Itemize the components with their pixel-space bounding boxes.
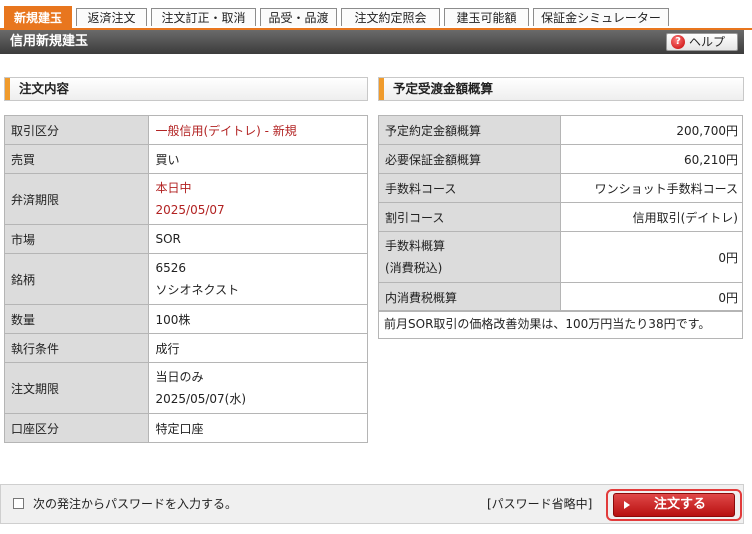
password-input-checkbox[interactable] bbox=[13, 498, 24, 509]
repayment-deadline-line1: 本日中 bbox=[155, 181, 192, 195]
table-row: 内消費税概算 0円 bbox=[377, 282, 743, 312]
estimate-section-title: 予定受渡金額概算 bbox=[393, 81, 494, 96]
table-row: 口座区分 特定口座 bbox=[3, 413, 368, 443]
market-value: SOR bbox=[148, 224, 368, 254]
help-button[interactable]: ? ヘルプ bbox=[666, 33, 738, 51]
play-arrow-icon bbox=[624, 501, 630, 509]
tab-delivery[interactable]: 品受・品渡 bbox=[260, 8, 337, 26]
row-label: 口座区分 bbox=[3, 413, 150, 443]
tab-available-amount[interactable]: 建玉可能額 bbox=[444, 8, 529, 26]
password-checkbox-label[interactable]: 次の発注からパスワードを入力する。 bbox=[33, 485, 237, 523]
row-label: 割引コース bbox=[377, 202, 562, 232]
stock-code: 6526 bbox=[155, 261, 187, 275]
tab-repayment-order[interactable]: 返済注文 bbox=[76, 8, 147, 26]
fee-estimate-label: 手数料概算 bbox=[385, 239, 446, 253]
fee-estimate-value: 0円 bbox=[560, 231, 743, 283]
order-section-title: 注文内容 bbox=[19, 81, 70, 96]
quantity-value: 100株 bbox=[148, 304, 368, 334]
order-period-line2: 2025/05/07(水) bbox=[155, 392, 247, 406]
repayment-deadline-line2: 2025/05/07 bbox=[155, 203, 225, 217]
buy-sell-value: 買い bbox=[148, 144, 368, 174]
row-label: 手数料コース bbox=[377, 173, 562, 203]
row-label: 必要保証金額概算 bbox=[377, 144, 562, 174]
tab-new-position[interactable]: 新規建玉 bbox=[4, 6, 72, 28]
table-row: 手数料コース ワンショット手数料コース bbox=[377, 173, 743, 203]
section-marker bbox=[379, 78, 384, 100]
estimate-section-header: 予定受渡金額概算 bbox=[378, 77, 744, 101]
execution-condition-value: 成行 bbox=[148, 333, 368, 363]
password-status: [パスワード省略中] bbox=[487, 497, 593, 511]
submit-order-label: 注文する bbox=[654, 497, 707, 512]
page-title: 信用新規建玉 bbox=[10, 34, 89, 49]
help-button-label: ヘルプ bbox=[689, 35, 726, 49]
tab-order-modify-cancel[interactable]: 注文訂正・取消 bbox=[151, 8, 256, 26]
table-row: 予定約定金額概算 200,700円 bbox=[377, 115, 743, 145]
table-row: 執行条件 成行 bbox=[3, 333, 368, 363]
fee-course-value: ワンショット手数料コース bbox=[560, 173, 743, 203]
row-label: 内消費税概算 bbox=[377, 282, 562, 312]
stock-value: 6526 ソシオネクスト bbox=[148, 253, 368, 305]
table-row: 割引コース 信用取引(デイトレ) bbox=[377, 202, 743, 232]
row-label: 市場 bbox=[3, 224, 150, 254]
tab-margin-simulator[interactable]: 保証金シミュレーター bbox=[533, 8, 669, 26]
estimate-table: 予定約定金額概算 200,700円 必要保証金額概算 60,210円 手数料コー… bbox=[377, 115, 743, 312]
stock-name: ソシオネクスト bbox=[155, 283, 240, 297]
row-label: 取引区分 bbox=[3, 115, 150, 145]
order-details-table: 取引区分 一般信用(デイトレ) - 新規 売買 買い 弁済期限 本日中 2025… bbox=[3, 115, 368, 443]
account-type-value: 特定口座 bbox=[148, 413, 368, 443]
submit-order-button[interactable]: 注文する bbox=[613, 493, 735, 517]
table-row: 取引区分 一般信用(デイトレ) - 新規 bbox=[3, 115, 368, 145]
row-label: 執行条件 bbox=[3, 333, 150, 363]
order-footer: 次の発注からパスワードを入力する。 [パスワード省略中] 注文する bbox=[0, 484, 744, 524]
contract-amount-value: 200,700円 bbox=[560, 115, 743, 145]
required-margin-value: 60,210円 bbox=[560, 144, 743, 174]
row-label: 注文期限 bbox=[3, 362, 150, 414]
order-section-header: 注文内容 bbox=[4, 77, 368, 101]
section-marker bbox=[5, 78, 10, 100]
help-icon: ? bbox=[671, 35, 685, 49]
order-period-line1: 当日のみ bbox=[155, 370, 204, 384]
tab-order-execution-inquiry[interactable]: 注文約定照会 bbox=[341, 8, 440, 26]
repayment-deadline-value: 本日中 2025/05/07 bbox=[148, 173, 368, 225]
table-row: 手数料概算 (消費税込) 0円 bbox=[377, 231, 743, 283]
title-bar: 信用新規建玉 ? ヘルプ bbox=[0, 30, 744, 54]
order-period-value: 当日のみ 2025/05/07(水) bbox=[148, 362, 368, 414]
table-row: 売買 買い bbox=[3, 144, 368, 174]
row-label: 手数料概算 (消費税込) bbox=[377, 231, 562, 283]
row-label: 数量 bbox=[3, 304, 150, 334]
table-row: 注文期限 当日のみ 2025/05/07(水) bbox=[3, 362, 368, 414]
table-row: 数量 100株 bbox=[3, 304, 368, 334]
table-row: 銘柄 6526 ソシオネクスト bbox=[3, 253, 368, 305]
row-label: 弁済期限 bbox=[3, 173, 150, 225]
table-row: 市場 SOR bbox=[3, 224, 368, 254]
table-row: 弁済期限 本日中 2025/05/07 bbox=[3, 173, 368, 225]
row-label: 予定約定金額概算 bbox=[377, 115, 562, 145]
sor-price-improvement-note: 前月SOR取引の価格改善効果は、100万円当たり38円です。 bbox=[378, 310, 743, 339]
row-label: 売買 bbox=[3, 144, 150, 174]
table-row: 必要保証金額概算 60,210円 bbox=[377, 144, 743, 174]
fee-estimate-sublabel: (消費税込) bbox=[385, 261, 443, 275]
consumption-tax-value: 0円 bbox=[560, 282, 743, 312]
row-label: 銘柄 bbox=[3, 253, 150, 305]
discount-course-value: 信用取引(デイトレ) bbox=[560, 202, 743, 232]
trade-type-value: 一般信用(デイトレ) - 新規 bbox=[148, 115, 368, 145]
tab-bar: 新規建玉 返済注文 注文訂正・取消 品受・品渡 注文約定照会 建玉可能額 保証金… bbox=[0, 6, 752, 28]
